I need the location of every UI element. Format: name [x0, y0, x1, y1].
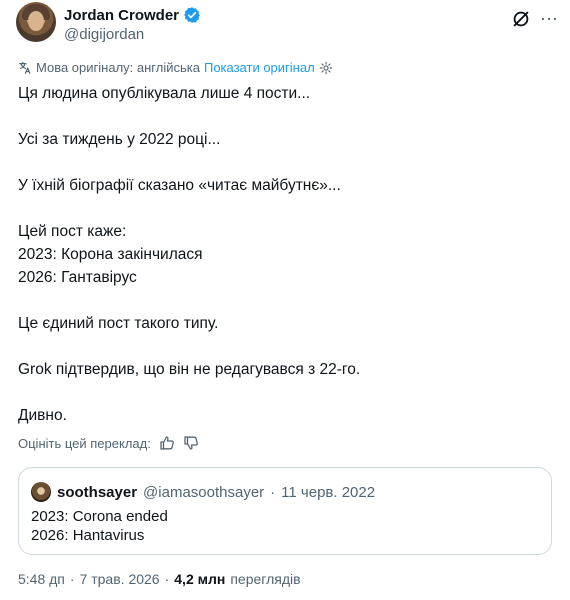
post-text-line: У їхній біографії сказано «читає майбутн… — [18, 177, 341, 194]
quoted-text-line: 2026: Hantavirus — [31, 527, 145, 544]
show-original-link[interactable]: Показати оригінал — [204, 60, 315, 75]
translation-notice: Мова оригіналу: англійська Показати ориг… — [18, 60, 333, 75]
more-icon[interactable]: ⋯ — [538, 8, 560, 30]
quoted-handle[interactable]: @iamasoothsayer — [143, 484, 264, 501]
footer-separator: · — [164, 571, 170, 587]
quoted-display-name[interactable]: soothsayer — [57, 484, 137, 501]
quoted-date[interactable]: 11 черв. 2022 — [281, 484, 375, 501]
post-date[interactable]: 7 трав. 2026 — [80, 571, 160, 587]
post-text-line: Дивно. — [18, 407, 67, 424]
settings-icon[interactable] — [319, 61, 333, 75]
avatar[interactable] — [16, 2, 56, 42]
post-time[interactable]: 5:48 дп — [18, 571, 65, 587]
quoted-text-line: 2023: Corona ended — [31, 508, 168, 525]
thumbs-up-icon[interactable] — [159, 435, 175, 451]
post-text-line: Ця людина опублікувала лише 4 пости... — [18, 85, 311, 102]
post-header: Jordan Crowder @digijordan ⋯ — [16, 2, 558, 48]
author-name-row: Jordan Crowder — [64, 6, 201, 24]
post-text-line: 2026: Гантавірус — [18, 269, 137, 286]
translate-icon — [19, 61, 31, 74]
post-text-line: Усі за тиждень у 2022 році... — [18, 131, 221, 148]
author-handle[interactable]: @digijordan — [64, 26, 144, 43]
post-footer: 5:48 дп · 7 трав. 2026 · 4,2 млн перегля… — [18, 571, 301, 587]
post-text-line: Grok підтвердив, що він не редагувався з… — [18, 361, 361, 378]
views-label: переглядів — [230, 571, 301, 587]
quoted-separator: · — [270, 483, 276, 501]
post: Jordan Crowder @digijordan ⋯ Мова оригін… — [0, 0, 570, 600]
views-count: 4,2 млн — [174, 571, 226, 587]
translation-label: Мова оригіналу: англійська — [36, 60, 200, 75]
verified-badge-icon — [184, 7, 200, 23]
rate-translation: Оцініть цей переклад: — [18, 435, 199, 451]
post-text-line: Це єдиний пост такого типу. — [18, 315, 219, 332]
quoted-avatar[interactable] — [31, 482, 51, 502]
rate-translation-label: Оцініть цей переклад: — [18, 435, 151, 451]
post-text-line: Цей пост каже: — [18, 223, 127, 240]
post-text-line: 2023: Корона закінчилася — [18, 246, 203, 263]
grok-icon[interactable] — [510, 8, 532, 30]
thumbs-down-icon[interactable] — [183, 435, 199, 451]
author-display-name[interactable]: Jordan Crowder — [64, 7, 179, 24]
footer-separator: · — [69, 571, 75, 587]
quoted-post[interactable]: soothsayer @iamasoothsayer · 11 черв. 20… — [18, 467, 552, 555]
quoted-post-header: soothsayer @iamasoothsayer · 11 черв. 20… — [31, 482, 375, 502]
